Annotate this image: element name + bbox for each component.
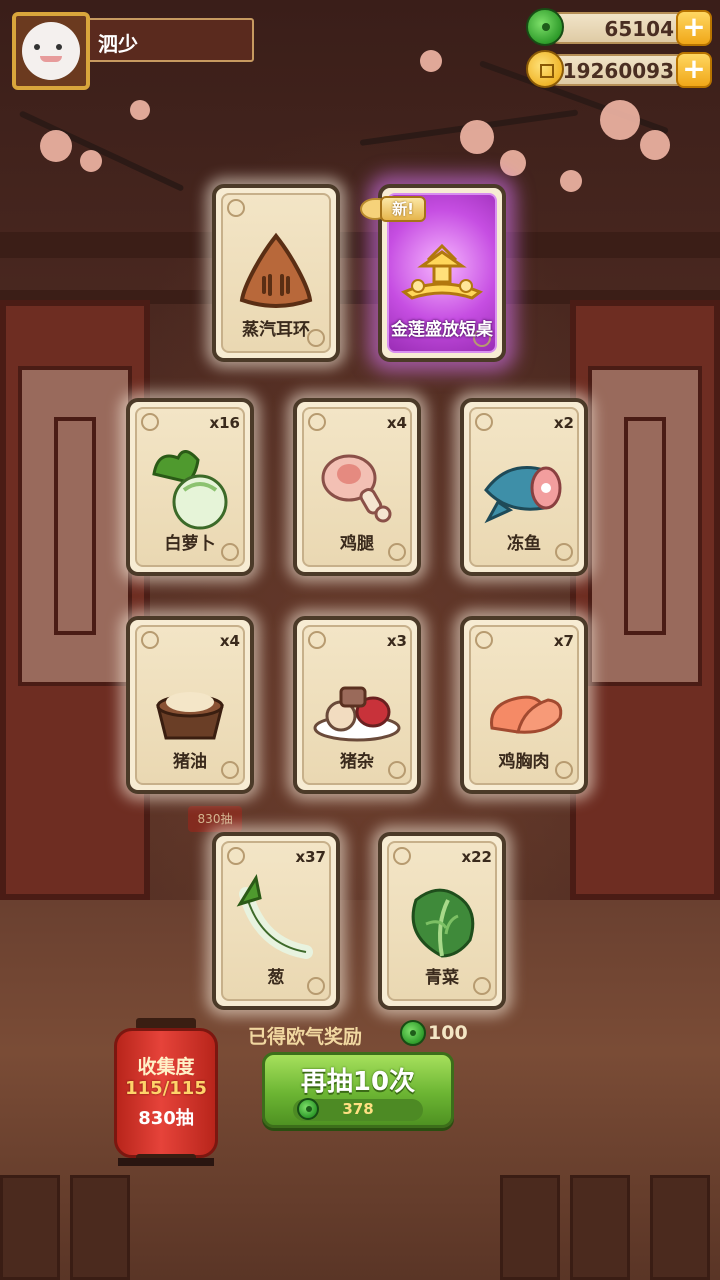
jade-icon: [400, 1020, 426, 1046]
draw-cost: 378: [293, 1098, 423, 1121]
collection-lantern[interactable]: 收集度 115/115 830抽: [114, 1018, 218, 1168]
collection-draws: 830抽: [138, 1108, 194, 1129]
jade-counter: 65104 +: [526, 8, 712, 48]
right-door: [570, 300, 720, 900]
card-count: x7: [553, 632, 574, 650]
add-coin-button[interactable]: +: [676, 52, 712, 88]
card-label: 葱: [267, 968, 285, 988]
card-count: x37: [295, 848, 326, 866]
card-greens[interactable]: x22 青菜: [378, 832, 506, 1010]
offal-plate-icon: [313, 686, 401, 742]
player-name: 泗少: [98, 32, 138, 56]
bun-icon: [239, 232, 313, 308]
card-label: 白萝卜: [164, 534, 216, 554]
card-label: 鸡胸肉: [498, 752, 550, 772]
greens-icon: [411, 888, 475, 958]
card-scallion[interactable]: x37 葱: [212, 832, 340, 1010]
draw-again-button[interactable]: 再抽10次 378: [262, 1052, 454, 1128]
card-label: 猪油: [173, 752, 207, 772]
new-label: 新!: [380, 196, 426, 222]
card-label: 蒸汽耳环: [242, 320, 310, 340]
turnip-icon: [152, 450, 228, 530]
card-golden-lotus-table[interactable]: 新! 金莲盛放短桌: [360, 184, 506, 362]
reward-value: 100: [428, 1022, 468, 1044]
chicken-breast-icon: [490, 695, 563, 734]
card-count: x2: [553, 414, 574, 432]
draw-button-label: 再抽10次: [300, 1067, 416, 1097]
collection-title: 收集度: [137, 1056, 195, 1078]
fish-icon: [484, 466, 562, 524]
collection-progress: 115/115: [125, 1078, 207, 1099]
coin-value: 19260093: [562, 59, 674, 83]
card-count: x4: [386, 414, 407, 432]
background-draw-badge: 830抽: [188, 806, 242, 832]
player-name-plate: 泗少: [86, 18, 254, 62]
card-label: 鸡腿: [340, 534, 374, 554]
reward-label: 已得欧气奖励: [248, 1026, 363, 1048]
card-lard[interactable]: x4 猪油: [126, 616, 254, 794]
draw-cost-value: 378: [342, 1100, 374, 1118]
lard-bowl-icon: [156, 692, 224, 740]
card-label: 青菜: [425, 968, 459, 988]
card-pork-offal[interactable]: x3 猪杂: [293, 616, 421, 794]
card-count: x22: [461, 848, 492, 866]
add-jade-button[interactable]: +: [676, 10, 712, 46]
jade-value: 65104: [604, 17, 674, 41]
new-badge: 新!: [360, 194, 430, 224]
player-avatar-frame[interactable]: [12, 12, 90, 90]
drumstick-icon: [321, 454, 392, 523]
left-door: [0, 300, 150, 900]
card-label: 金莲盛放短桌: [391, 320, 493, 340]
coin-icon: [526, 50, 564, 88]
card-drumstick[interactable]: x4 鸡腿: [293, 398, 421, 576]
card-count: x3: [386, 632, 407, 650]
card-frozen-fish[interactable]: x2 冻鱼: [460, 398, 588, 576]
card-count: x4: [219, 632, 240, 650]
pavilion-table-icon: [401, 243, 483, 300]
coin-counter: 19260093 +: [526, 50, 712, 90]
card-label: 猪杂: [340, 752, 374, 772]
card-white-radish[interactable]: x16 白萝卜: [126, 398, 254, 576]
card-label: 冻鱼: [507, 534, 541, 554]
jade-icon: [526, 8, 564, 46]
card-steam-earrings[interactable]: 蒸汽耳环: [212, 184, 340, 362]
scallion-icon: [236, 873, 313, 959]
card-chicken-breast[interactable]: x7 鸡胸肉: [460, 616, 588, 794]
card-count: x16: [209, 414, 240, 432]
avatar: [22, 22, 80, 80]
